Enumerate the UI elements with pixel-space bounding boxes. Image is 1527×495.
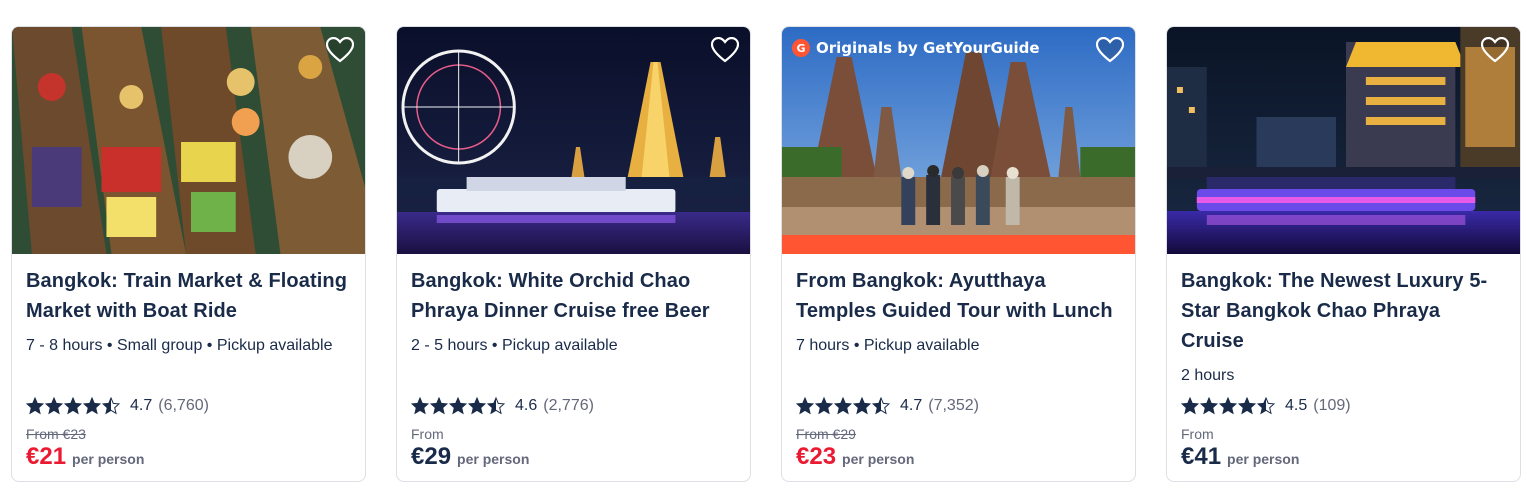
floating-market-photo	[12, 27, 365, 254]
rating-row: 4.5 (109)	[1181, 397, 1351, 415]
per-person-label: per person	[1227, 451, 1300, 467]
activity-image[interactable]	[12, 27, 365, 254]
originals-badge: G Originals by GetYourGuide	[792, 39, 1040, 57]
activity-title[interactable]: Bangkok: Train Market & Floating Market …	[26, 266, 351, 326]
star-icon	[815, 397, 833, 415]
heart-icon	[1481, 37, 1509, 63]
heart-icon	[711, 37, 739, 63]
rating-row: 4.6 (2,776)	[411, 397, 594, 415]
review-count: (109)	[1313, 397, 1351, 414]
original-price: From €29	[796, 426, 856, 442]
star-rating	[26, 397, 120, 415]
wishlist-heart-button[interactable]	[1480, 35, 1510, 65]
rating-value: 4.7	[130, 397, 153, 414]
activity-meta: 7 hours • Pickup available	[796, 337, 980, 354]
from-label: From	[411, 426, 444, 442]
price: €23	[796, 443, 837, 470]
activity-meta: 7 - 8 hours • Small group • Pickup avail…	[26, 337, 333, 354]
review-count: (7,352)	[928, 397, 979, 414]
per-person-label: per person	[457, 451, 530, 467]
price: €21	[26, 443, 67, 470]
wishlist-heart-button[interactable]	[1095, 35, 1125, 65]
originals-bar	[782, 235, 1135, 254]
star-icon	[1181, 397, 1199, 415]
rating-row: 4.7 (7,352)	[796, 397, 979, 415]
activity-title[interactable]: Bangkok: The Newest Luxury 5-Star Bangko…	[1181, 266, 1506, 356]
rating-value: 4.7	[900, 397, 923, 414]
review-count: (6,760)	[158, 397, 209, 414]
rating-value: 4.5	[1285, 397, 1308, 414]
review-count: (2,776)	[543, 397, 594, 414]
activity-card[interactable]: G Originals by GetYourGuide From Bangkok…	[781, 26, 1136, 482]
price: €29	[411, 443, 452, 470]
activity-meta: 2 hours	[1181, 367, 1235, 384]
half-star-icon	[872, 397, 890, 415]
star-icon	[45, 397, 63, 415]
originals-label: Originals by GetYourGuide	[816, 39, 1040, 57]
star-rating	[796, 397, 890, 415]
activity-card[interactable]: Bangkok: White Orchid Chao Phraya Dinner…	[396, 26, 751, 482]
star-icon	[853, 397, 871, 415]
ayutthaya-temple-photo	[782, 27, 1135, 254]
river-cruise-night-photo	[397, 27, 750, 254]
per-person-label: per person	[842, 451, 915, 467]
rating-value: 4.6	[515, 397, 538, 414]
price: €41	[1181, 443, 1222, 470]
star-rating	[1181, 397, 1275, 415]
star-icon	[1200, 397, 1218, 415]
star-icon	[1219, 397, 1237, 415]
rating-row: 4.7 (6,760)	[26, 397, 209, 415]
star-icon	[468, 397, 486, 415]
activity-card[interactable]: Bangkok: Train Market & Floating Market …	[11, 26, 366, 482]
star-icon	[83, 397, 101, 415]
price-line: €41 per person	[1181, 443, 1299, 471]
star-icon	[430, 397, 448, 415]
star-icon	[796, 397, 814, 415]
activity-card-row: Bangkok: Train Market & Floating Market …	[0, 0, 1527, 495]
activity-title[interactable]: From Bangkok: Ayutthaya Temples Guided T…	[796, 266, 1121, 326]
activity-image[interactable]	[397, 27, 750, 254]
half-star-icon	[102, 397, 120, 415]
half-star-icon	[1257, 397, 1275, 415]
star-icon	[1238, 397, 1256, 415]
activity-meta: 2 - 5 hours • Pickup available	[411, 337, 618, 354]
activity-card[interactable]: Bangkok: The Newest Luxury 5-Star Bangko…	[1166, 26, 1521, 482]
star-icon	[449, 397, 467, 415]
price-line: €29 per person	[411, 443, 529, 471]
luxury-cruise-night-photo	[1167, 27, 1520, 254]
per-person-label: per person	[72, 451, 145, 467]
activity-title[interactable]: Bangkok: White Orchid Chao Phraya Dinner…	[411, 266, 736, 326]
original-price: From €23	[26, 426, 86, 442]
heart-icon	[1096, 37, 1124, 63]
star-icon	[834, 397, 852, 415]
price-line: €23 per person	[796, 443, 914, 471]
heart-icon	[326, 37, 354, 63]
from-label: From	[1181, 426, 1214, 442]
star-rating	[411, 397, 505, 415]
star-icon	[64, 397, 82, 415]
wishlist-heart-button[interactable]	[710, 35, 740, 65]
wishlist-heart-button[interactable]	[325, 35, 355, 65]
star-icon	[26, 397, 44, 415]
activity-image[interactable]	[1167, 27, 1520, 254]
getyourguide-logo-icon: G	[792, 39, 810, 57]
price-line: €21 per person	[26, 443, 144, 471]
activity-image[interactable]: G Originals by GetYourGuide	[782, 27, 1135, 254]
half-star-icon	[487, 397, 505, 415]
star-icon	[411, 397, 429, 415]
